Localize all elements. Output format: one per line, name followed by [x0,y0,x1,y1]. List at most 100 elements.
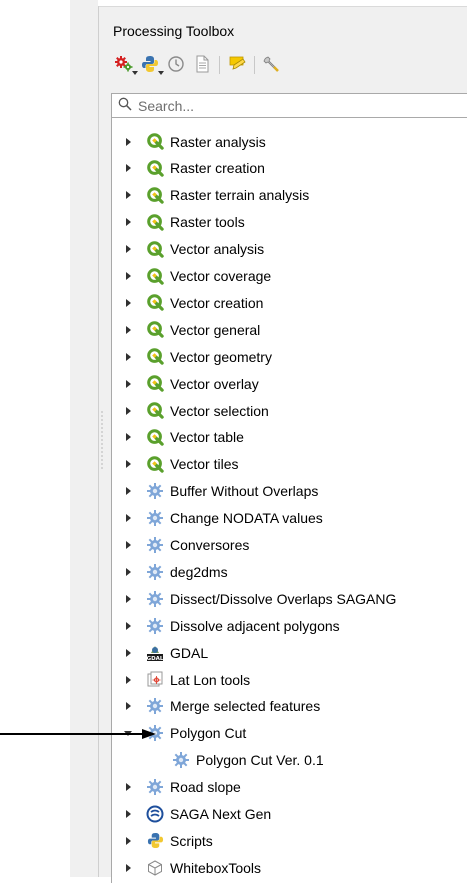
clock-icon [167,55,185,76]
tree-item-label: Polygon Cut Ver. 0.1 [196,752,324,769]
tree-provider-vector-table[interactable]: Vector table [112,424,467,451]
tree-item-label: Dissect/Dissolve Overlaps SAGANG [170,590,397,607]
tree-provider-deg2dms[interactable]: deg2dms [112,558,467,585]
tree-item-label: Lat Lon tools [170,671,251,688]
tree-item-label: Raster terrain analysis [170,187,310,204]
expand-arrow-right-icon[interactable] [124,809,132,819]
results-viewer-button[interactable] [191,54,213,76]
tree-provider-gdal[interactable]: GDAL GDAL [112,639,467,666]
tree-provider-buffer-without-overlaps[interactable]: Buffer Without Overlaps [112,478,467,505]
gdal-icon: GDAL [146,644,164,662]
tree-provider-vector-general[interactable]: Vector general [112,316,467,343]
tree-provider-conversores[interactable]: Conversores [112,532,467,559]
expand-arrow-right-icon[interactable] [124,217,132,227]
tree-provider-vector-overlay[interactable]: Vector overlay [112,370,467,397]
gear-icon [146,563,164,581]
search-box[interactable] [111,93,467,118]
toolbox-toolbar [113,52,287,78]
tree-provider-raster-tools[interactable]: Raster tools [112,209,467,236]
tree-provider-dissect-dissolve-overlaps-sagang[interactable]: Dissect/Dissolve Overlaps SAGANG [112,585,467,612]
scripts-button[interactable] [139,54,164,76]
expand-arrow-right-icon[interactable] [124,271,132,281]
expand-arrow-right-icon[interactable] [124,701,132,711]
tree-algorithm-polygon-cut-ver-0-1[interactable]: Polygon Cut Ver. 0.1 [112,747,467,774]
tree-item-label: Dissolve adjacent polygons [170,617,340,634]
history-button[interactable] [165,54,187,76]
gear-icon [146,778,164,796]
annotation-arrow-icon [0,729,156,739]
tree-item-label: SAGA Next Gen [170,806,272,822]
qgis-icon [146,213,164,231]
search-input[interactable] [138,97,467,114]
tree-provider-vector-selection[interactable]: Vector selection [112,397,467,424]
tree-item-label: Vector analysis [170,241,265,258]
tree-provider-scripts[interactable]: Scripts [112,827,467,854]
svg-text:GDAL: GDAL [147,656,164,662]
expand-arrow-right-icon[interactable] [124,298,132,308]
expand-arrow-right-icon[interactable] [124,513,132,523]
expand-arrow-right-icon[interactable] [124,406,132,416]
tree-provider-dissolve-adjacent-polygons[interactable]: Dissolve adjacent polygons [112,612,467,639]
tree-provider-lat-lon-tools[interactable]: Lat Lon tools [112,666,467,693]
whitebox-icon [146,859,164,877]
tree-item-label: Vector overlay [170,375,259,392]
expand-arrow-right-icon[interactable] [124,432,132,442]
tree-item-label: Vector selection [170,402,269,419]
expand-arrow-right-icon[interactable] [124,137,132,147]
pencil-icon [228,55,246,76]
gear-icon [146,590,164,608]
tree-item-label: Conversores [170,537,250,553]
dock-splitter-handle[interactable] [101,410,103,470]
gear-icon [146,509,164,527]
expand-arrow-right-icon[interactable] [124,594,132,604]
panel-top-border [99,6,467,7]
tree-provider-change-nodata-values[interactable]: Change NODATA values [112,505,467,532]
tree-provider-raster-creation[interactable]: Raster creation [112,155,467,182]
wrench-icon [263,55,281,76]
gear-icon [146,482,164,500]
expand-arrow-right-icon[interactable] [124,621,132,631]
expand-arrow-right-icon[interactable] [124,459,132,469]
expand-arrow-right-icon[interactable] [124,540,132,550]
expand-arrow-right-icon[interactable] [124,486,132,496]
toolbar-separator [254,56,255,74]
tree-item-label: Vector geometry [170,348,272,365]
dropdown-caret-icon [158,71,164,75]
tree-item-label: Scripts [170,832,213,849]
tree-provider-polygon-cut[interactable]: Polygon Cut [112,720,467,747]
qgis-icon [146,267,164,285]
tree-provider-road-slope[interactable]: Road slope [112,774,467,801]
expand-arrow-right-icon[interactable] [124,836,132,846]
tree-provider-saga-next-gen[interactable]: SAGA Next Gen [112,801,467,828]
expand-arrow-right-icon[interactable] [124,782,132,792]
tree-item-label: Change NODATA values [170,510,323,527]
saga-icon [146,805,164,823]
tree-provider-vector-geometry[interactable]: Vector geometry [112,343,467,370]
expand-arrow-right-icon[interactable] [124,352,132,362]
gear-icon [172,751,190,769]
tree-provider-raster-terrain-analysis[interactable]: Raster terrain analysis [112,182,467,209]
expand-arrow-right-icon[interactable] [124,244,132,254]
expand-arrow-right-icon[interactable] [124,648,132,658]
tree-provider-vector-tiles[interactable]: Vector tiles [112,451,467,478]
expand-arrow-right-icon[interactable] [124,163,132,173]
edit-features-in-place-button[interactable] [226,54,248,76]
expand-arrow-right-icon[interactable] [124,567,132,577]
expand-arrow-right-icon[interactable] [124,675,132,685]
expand-arrow-right-icon[interactable] [124,863,132,873]
expand-arrow-right-icon[interactable] [124,325,132,335]
search-icon [118,97,132,114]
tree-provider-vector-analysis[interactable]: Vector analysis [112,236,467,263]
models-button[interactable] [113,54,138,76]
tree-provider-vector-creation[interactable]: Vector creation [112,289,467,316]
tree-provider-whiteboxtools[interactable]: WhiteboxTools [112,854,467,881]
expand-arrow-right-icon[interactable] [124,190,132,200]
tree-provider-merge-selected-features[interactable]: Merge selected features [112,693,467,720]
tree-item-label: Buffer Without Overlaps [170,483,319,500]
options-button[interactable] [261,54,283,76]
tree-provider-raster-analysis[interactable]: Raster analysis [112,128,467,155]
expand-arrow-right-icon[interactable] [124,379,132,389]
tree-provider-vector-coverage[interactable]: Vector coverage [112,263,467,290]
tree-item-label: Vector general [170,321,261,338]
dropdown-caret-icon [132,71,138,75]
